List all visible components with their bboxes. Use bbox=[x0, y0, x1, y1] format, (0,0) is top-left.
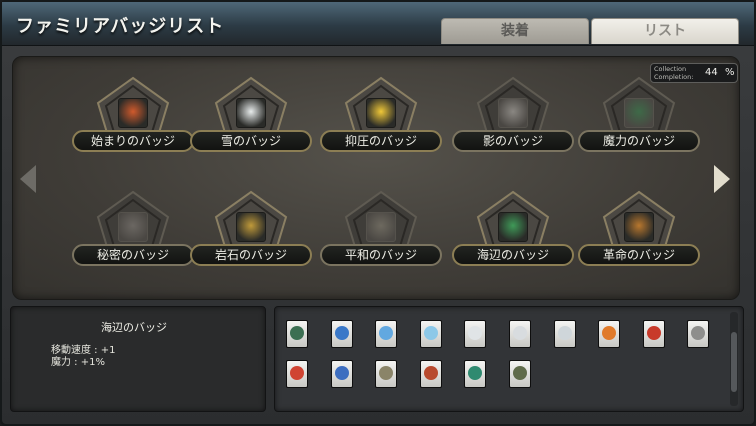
badge-item[interactable]: 平和のバッジ bbox=[320, 190, 442, 300]
card-art bbox=[334, 366, 349, 380]
badge-item[interactable]: 魔力のバッジ bbox=[578, 76, 700, 186]
card-art bbox=[602, 326, 617, 340]
badge-label: 抑圧のバッジ bbox=[320, 130, 442, 152]
badge-label: 魔力のバッジ bbox=[578, 130, 700, 152]
card-art bbox=[334, 326, 349, 340]
card-art bbox=[691, 326, 706, 340]
blue-ghost-card-icon[interactable] bbox=[375, 320, 398, 348]
card-art bbox=[379, 366, 394, 380]
grey-beast-card-icon[interactable] bbox=[687, 320, 710, 348]
familiar-group-icon bbox=[118, 98, 148, 128]
skull-icon bbox=[118, 212, 148, 242]
badge-label: 影のバッジ bbox=[452, 130, 574, 152]
badge-item[interactable]: 影のバッジ bbox=[452, 76, 574, 186]
badge-item[interactable]: 始まりのバッジ bbox=[72, 76, 194, 186]
badge-label: 岩石のバッジ bbox=[190, 244, 312, 266]
badge-item[interactable]: 雪のバッジ bbox=[190, 76, 312, 186]
tab-equip[interactable]: 装着 bbox=[441, 18, 589, 44]
prev-page-arrow-icon[interactable] bbox=[20, 165, 36, 193]
badge-label: 平和のバッジ bbox=[320, 244, 442, 266]
card-art bbox=[379, 326, 394, 340]
badge-label: 海辺のバッジ bbox=[452, 244, 574, 266]
goblin-card-icon[interactable] bbox=[509, 360, 531, 388]
card-art bbox=[423, 326, 438, 340]
white-ghost-card-icon[interactable] bbox=[509, 320, 531, 348]
snow-creatures-icon bbox=[236, 98, 266, 128]
seaside-icon bbox=[498, 212, 528, 242]
badge-info-panel: 海辺のバッジ 移動速度 : +1 魔力 : +1% bbox=[10, 306, 266, 412]
card-art bbox=[290, 366, 304, 380]
sun-face-icon bbox=[236, 212, 266, 242]
penguin-card-icon[interactable] bbox=[330, 360, 353, 388]
oppression-creatures-icon bbox=[366, 98, 396, 128]
badge-item[interactable]: 岩石のバッジ bbox=[190, 190, 312, 300]
cat-card-icon[interactable] bbox=[375, 360, 398, 388]
completion-unit: % bbox=[725, 67, 735, 78]
fish-card-icon[interactable] bbox=[464, 360, 487, 388]
snowman-card-icon[interactable] bbox=[553, 320, 576, 348]
turtle-card-icon[interactable] bbox=[286, 320, 308, 348]
shield-icon bbox=[366, 212, 396, 242]
badge-item[interactable]: 抑圧のバッジ bbox=[320, 76, 442, 186]
card-art bbox=[290, 326, 304, 340]
next-page-arrow-icon[interactable] bbox=[714, 165, 730, 193]
card-art bbox=[468, 326, 483, 340]
tab-list[interactable]: リスト bbox=[591, 18, 739, 44]
magic-circle-icon bbox=[624, 98, 654, 128]
white-ghost-card-icon[interactable] bbox=[464, 320, 487, 348]
window-title: ファミリアバッジリスト bbox=[16, 16, 225, 37]
badge-item[interactable]: 海辺のバッジ bbox=[452, 190, 574, 300]
card-art bbox=[513, 326, 527, 340]
gear-icon bbox=[624, 212, 654, 242]
ice-ghost-card-icon[interactable] bbox=[419, 320, 442, 348]
completion-label-line1: Collection bbox=[654, 65, 687, 73]
card-art bbox=[468, 366, 483, 380]
badge-stat-magic: 魔力 : +1% bbox=[51, 357, 105, 368]
blue-bird-card-icon[interactable] bbox=[330, 320, 353, 348]
badge-label: 始まりのバッジ bbox=[72, 130, 194, 152]
card-art bbox=[423, 366, 438, 380]
badge-label: 秘密のバッジ bbox=[72, 244, 194, 266]
badge-label: 革命のバッジ bbox=[578, 244, 700, 266]
card-scrollbar[interactable] bbox=[730, 312, 738, 406]
red-bird-card-icon[interactable] bbox=[642, 320, 665, 348]
badge-label: 雪のバッジ bbox=[190, 130, 312, 152]
badge-item[interactable]: 革命のバッジ bbox=[578, 190, 700, 300]
mushroom-card-icon[interactable] bbox=[598, 320, 621, 348]
card-art bbox=[646, 326, 661, 340]
owl-card-icon[interactable] bbox=[419, 360, 442, 388]
selected-badge-name: 海辺のバッジ bbox=[101, 321, 167, 334]
title-bar: ファミリアバッジリスト 装着 リスト bbox=[2, 2, 754, 46]
badge-item[interactable]: 秘密のバッジ bbox=[72, 190, 194, 300]
scrollbar-thumb[interactable] bbox=[731, 332, 737, 392]
card-art bbox=[513, 366, 527, 380]
red-bird-card-icon[interactable] bbox=[286, 360, 308, 388]
card-art bbox=[557, 326, 572, 340]
completion-value: 44 bbox=[705, 67, 718, 78]
shadow-icon bbox=[498, 98, 528, 128]
